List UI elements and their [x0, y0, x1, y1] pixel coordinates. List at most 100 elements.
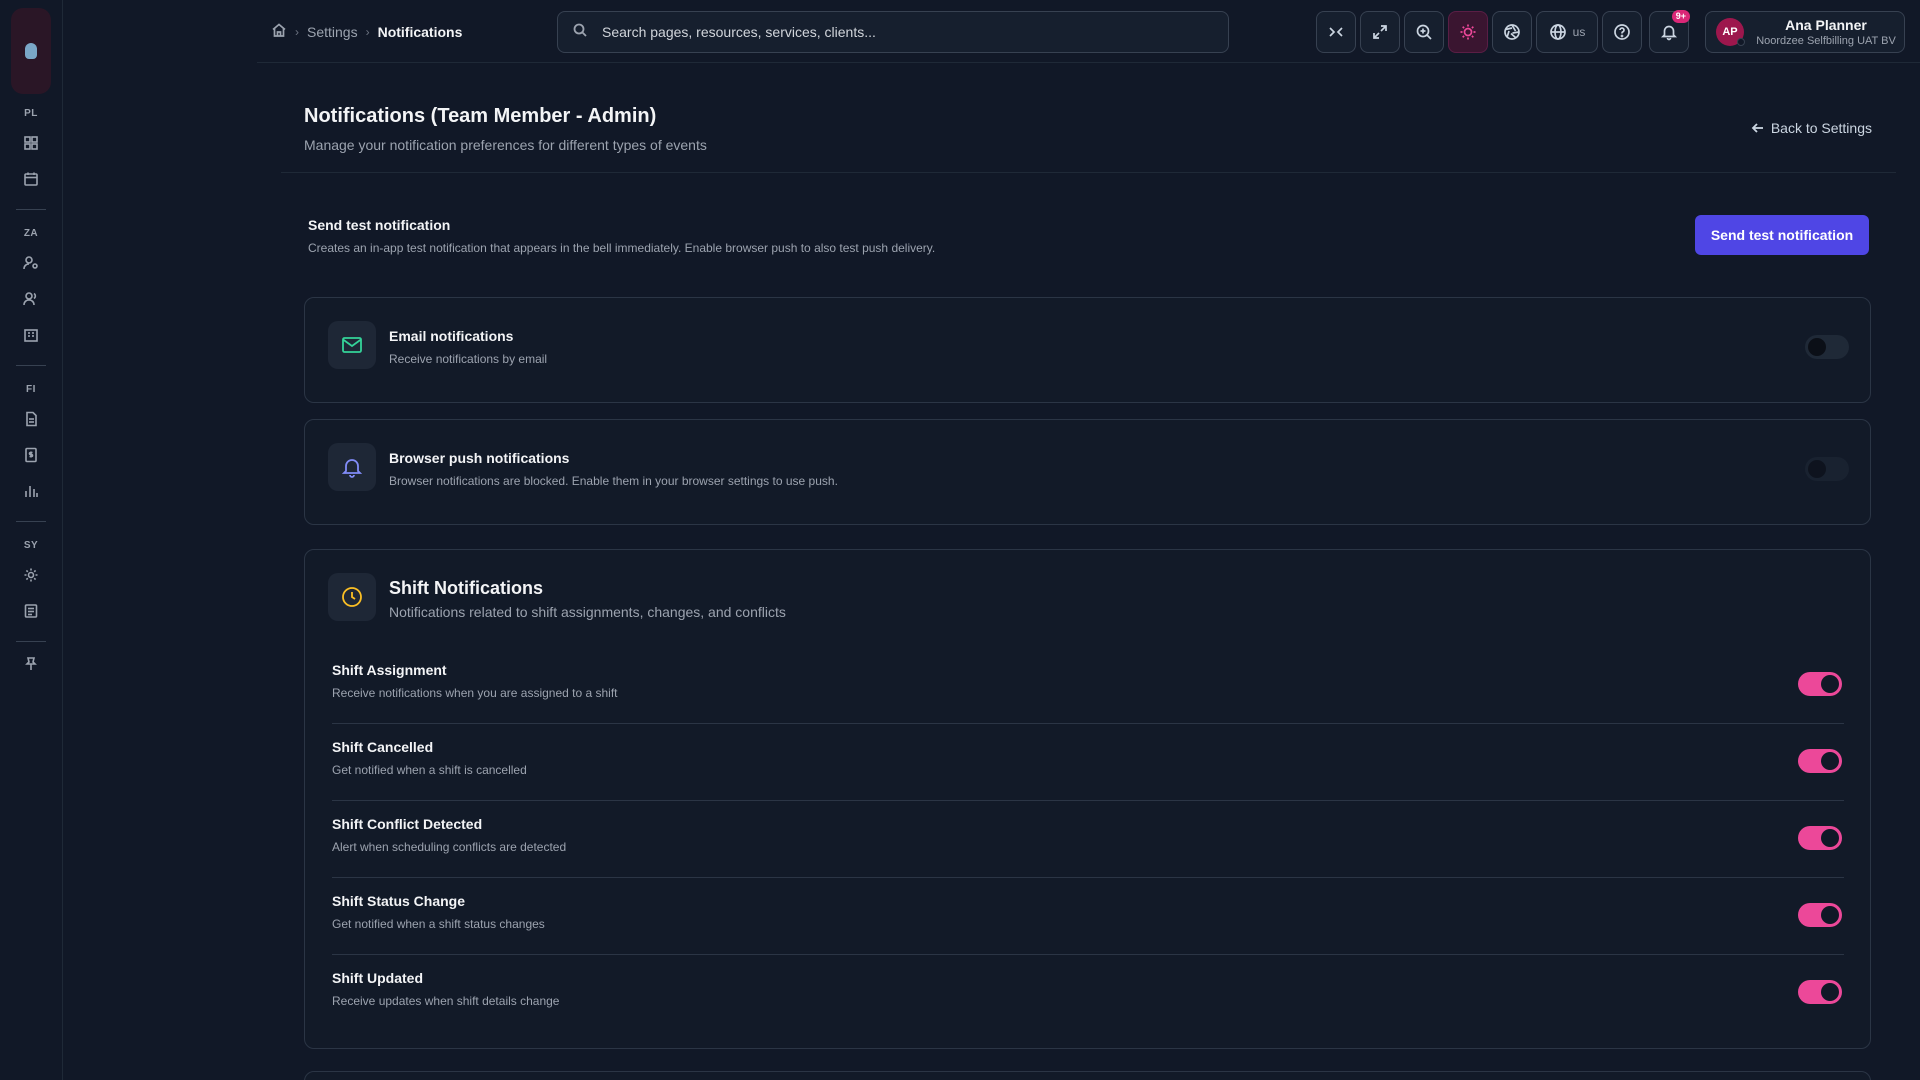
rail-section-label: PL [24, 108, 38, 119]
push-notifications-title: Browser push notifications [389, 450, 570, 466]
toggle-knob [1808, 338, 1826, 356]
home-icon[interactable] [271, 22, 287, 41]
list-item: Shift Updated Receive updates when shift… [332, 955, 1844, 1032]
search-input[interactable] [602, 24, 1182, 40]
shift-cancelled-toggle[interactable] [1798, 749, 1842, 773]
setting-description: Receive updates when shift details chang… [332, 994, 560, 1008]
bell-icon [341, 459, 363, 478]
avatar-initials: AP [1722, 26, 1738, 38]
shift-conflict-toggle[interactable] [1798, 826, 1842, 850]
user-settings-icon[interactable] [16, 248, 46, 278]
expand-icon [1373, 25, 1387, 39]
appearance-button[interactable] [1492, 11, 1532, 53]
toggle-knob [1808, 460, 1826, 478]
back-label: Back to Settings [1770, 120, 1872, 136]
breadcrumb-current: Notifications [377, 23, 463, 40]
gear-icon[interactable] [16, 560, 46, 590]
setting-description: Alert when scheduling conflicts are dete… [332, 840, 567, 854]
shift-updated-toggle[interactable] [1798, 980, 1842, 1004]
shift-notifications-description: Notifications related to shift assignmen… [389, 604, 786, 620]
arrow-left-icon [1751, 123, 1763, 133]
user-menu[interactable]: AP Ana Planner Noordzee Selfbilling UAT … [1705, 11, 1905, 53]
page-subtitle: Manage your notification preferences for… [304, 137, 707, 153]
shift-notifications-title: Shift Notifications [389, 578, 543, 598]
help-button[interactable] [1602, 11, 1642, 53]
toggle-knob [1821, 906, 1839, 924]
email-notifications-card: Email notifications Receive notification… [304, 297, 1871, 403]
toggle-knob [1821, 752, 1839, 770]
rail-divider [16, 641, 46, 642]
setting-title: Shift Assignment [332, 662, 447, 678]
avatar: AP [1716, 18, 1745, 46]
mail-icon [342, 337, 362, 353]
header-divider [281, 172, 1896, 173]
collapse-icon [1329, 27, 1343, 37]
language-code: us [1572, 25, 1586, 39]
theme-toggle-button[interactable] [1448, 11, 1488, 53]
calendar-icon[interactable] [16, 164, 46, 194]
fullscreen-button[interactable] [1360, 11, 1400, 53]
chart-icon[interactable] [16, 476, 46, 506]
notifications-button[interactable]: 9+ [1649, 10, 1690, 53]
list-item: Shift Conflict Detected Alert when sched… [332, 801, 1844, 878]
breadcrumb-settings[interactable]: Settings [307, 24, 358, 40]
log-icon[interactable] [16, 596, 46, 626]
email-notifications-description: Receive notifications by email [389, 352, 548, 366]
rail-divider [16, 209, 46, 210]
chevron-right-icon: › [295, 24, 299, 39]
invoice-icon[interactable] [16, 440, 46, 470]
app-logo[interactable] [11, 8, 51, 94]
zoom-button[interactable] [1404, 11, 1444, 53]
shift-icon-wrapper [328, 573, 376, 621]
shift-assignment-toggle[interactable] [1798, 672, 1842, 696]
setting-title: Shift Updated [332, 970, 423, 986]
globe-icon [1549, 24, 1566, 40]
list-item: Shift Status Change Get notified when a … [332, 878, 1844, 955]
toggle-knob [1821, 983, 1839, 1001]
document-icon[interactable] [16, 404, 46, 434]
chevron-right-icon: › [365, 24, 370, 39]
shift-notifications-card: Shift Notifications Notifications relate… [304, 549, 1871, 1049]
push-notifications-toggle[interactable] [1805, 457, 1849, 481]
email-notifications-title: Email notifications [389, 328, 514, 344]
building-icon[interactable] [16, 320, 46, 350]
rail-section-label: SY [23, 540, 39, 551]
pin-icon[interactable] [16, 649, 46, 679]
notification-badge: 9+ [1671, 10, 1690, 23]
email-notifications-toggle[interactable] [1805, 335, 1849, 359]
test-notification-title: Send test notification [308, 217, 451, 233]
test-notification-description: Creates an in-app test notification that… [308, 241, 936, 255]
user-info: Ana Planner Noordzee Selfbilling UAT BV [1754, 17, 1904, 47]
users-icon[interactable] [16, 284, 46, 314]
shift-status-change-toggle[interactable] [1798, 903, 1842, 927]
search-icon [572, 22, 588, 43]
help-icon [1614, 24, 1630, 40]
top-bar: › Settings › Notifications us 9+ AP [257, 0, 1920, 63]
setting-description: Get notified when a shift status changes [332, 917, 545, 931]
rail-section-label: FI [26, 384, 36, 395]
rail-section-label: ZA [23, 228, 39, 239]
send-test-notification-button[interactable]: Send test notification [1695, 215, 1869, 255]
email-icon-wrapper [328, 321, 376, 369]
aperture-icon [1504, 24, 1520, 40]
breadcrumb: › Settings › Notifications [271, 22, 462, 41]
page-title: Notifications (Team Member - Admin) [304, 105, 657, 127]
status-dot-icon [1737, 38, 1745, 46]
push-notifications-card: Browser push notifications Browser notif… [304, 419, 1871, 525]
search-bar[interactable] [557, 11, 1229, 53]
main-content: Notifications (Team Member - Admin) Mana… [257, 63, 1920, 1080]
sun-icon [1460, 24, 1476, 40]
language-button[interactable]: us [1536, 11, 1598, 53]
icon-rail: PL ZA FI SY [0, 0, 63, 1080]
bell-icon [1660, 25, 1678, 41]
next-section-card [304, 1071, 1871, 1080]
collapse-sidebar-button[interactable] [1316, 11, 1356, 53]
dashboard-icon[interactable] [16, 128, 46, 158]
setting-title: Shift Conflict Detected [332, 816, 483, 832]
back-to-settings-link[interactable]: Back to Settings [1751, 120, 1872, 136]
clock-icon [342, 587, 362, 607]
setting-title: Shift Status Change [332, 893, 466, 909]
push-notifications-description: Browser notifications are blocked. Enabl… [389, 474, 838, 488]
setting-description: Receive notifications when you are assig… [332, 686, 618, 700]
list-item: Shift Assignment Receive notifications w… [332, 647, 1844, 724]
